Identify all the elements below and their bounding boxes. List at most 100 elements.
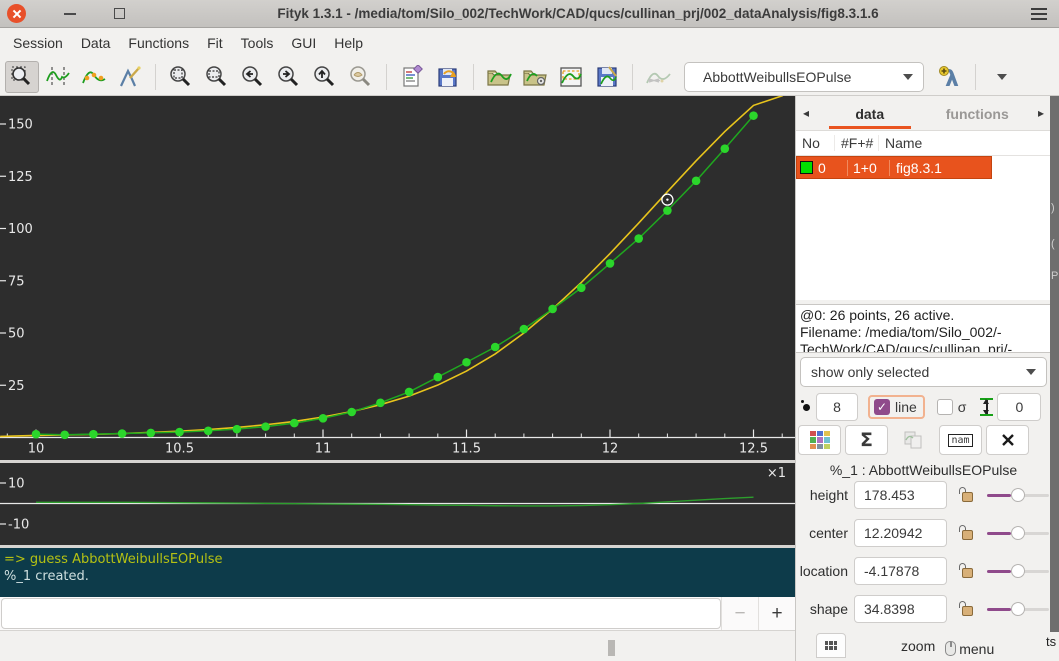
lock-icon[interactable] [959,487,975,503]
export-plot-icon [560,66,582,87]
table-header: No #F+# Name [796,131,1051,156]
svg-text:-10: -10 [8,518,29,533]
zoom-left-button[interactable] [236,61,270,93]
tabs-scroll-left-icon[interactable]: ◂ [796,106,816,120]
toolbar-overflow-button[interactable] [997,73,1007,80]
point-size-spinner[interactable]: 8 [816,393,858,421]
menu-help[interactable]: Help [325,31,372,55]
line-checkbox[interactable]: ✓ [874,399,890,415]
menu-fit[interactable]: Fit [198,31,232,55]
delete-button[interactable] [986,425,1029,455]
add-function-button[interactable]: λ [933,61,967,93]
col-name: Name [878,135,1051,151]
mode-peak-button[interactable] [113,61,147,93]
tabs-scroll-right-icon[interactable]: ▸ [1031,106,1051,120]
add-peak-wand-icon [120,65,141,86]
param-input[interactable]: 12.20942 [854,519,947,547]
aux-plot[interactable]: 10 -10 ×1 [0,463,795,545]
plot-style-controls: 8 ✓ line σ 0 [796,392,1051,422]
mode-zoom-button[interactable] [5,60,39,93]
zoom-prev-button[interactable] [344,61,378,93]
history-minus-button[interactable]: − [721,597,758,630]
function-title: %_1 : AbbottWeibullsEOPulse [829,462,1018,478]
chevron-down-icon [903,73,913,80]
lambda-plus-icon: λ [939,65,959,90]
zoom-vert-button[interactable] [200,61,234,93]
close-button[interactable] [7,4,26,23]
clipped-text-fragment: ) [1051,202,1055,214]
open-data-options-button[interactable] [518,61,552,93]
tab-data[interactable]: data [816,104,924,122]
lock-icon[interactable] [959,601,975,617]
menubar: Session Data Functions Fit Tools GUI Hel… [0,28,1059,58]
dataset-color-swatch[interactable] [800,161,813,174]
menu-tools[interactable]: Tools [232,31,283,55]
toolbar-separator [473,63,474,90]
titlebar: Fityk 1.3.1 - /media/tom/Silo_002/TechWo… [0,0,1059,28]
param-input[interactable]: 178.453 [854,481,947,509]
zoom-up-icon [314,65,335,86]
rename-button[interactable]: nam [939,425,982,455]
zoom-prev-icon [350,65,371,86]
save-session-button[interactable] [431,61,465,93]
function-type-select[interactable]: AbbottWeibullsEOPulse [684,61,924,92]
minimize-button[interactable] [64,12,76,15]
session-log-button[interactable] [395,61,429,93]
menu-functions[interactable]: Functions [119,31,198,55]
dataset-info: @0: 26 points, 26 active. Filename: /med… [796,304,1051,353]
active-tab-indicator [829,126,911,129]
param-slider[interactable] [987,602,1049,616]
y-shift-spinner[interactable]: 0 [997,393,1042,421]
sigma-checkbox[interactable] [936,399,953,415]
copy-disabled-icon [904,431,921,449]
export-plot-button[interactable] [554,61,588,93]
mode-range-button[interactable] [41,61,75,93]
line-checkbox-group[interactable]: ✓ line [868,395,925,419]
statusbar [0,630,795,661]
menu-session[interactable]: Session [4,31,72,55]
lock-icon[interactable] [959,525,975,541]
zoom-all-button[interactable] [164,61,198,93]
svg-text:100: 100 [8,222,33,237]
hamburger-menu-icon[interactable] [1031,7,1047,20]
data-range-icon [46,66,70,87]
tab-functions[interactable]: functions [924,104,1032,122]
sigma-checkbox-group[interactable]: σ [936,399,966,415]
console-line: => guess AbbottWeibullsEOPulse [4,552,223,567]
zoom-up-button[interactable] [308,61,342,93]
toolbar-separator [155,63,156,90]
param-slider[interactable] [987,526,1049,540]
param-input[interactable]: 34.8398 [854,595,947,623]
cell-name: fig8.3.1 [889,159,991,176]
lock-icon[interactable] [959,563,975,579]
svg-text:×1: ×1 [767,466,786,481]
rename-icon: nam [948,433,973,447]
script-log-icon [403,64,423,87]
history-plus-button[interactable]: + [758,597,795,630]
menu-data[interactable]: Data [72,31,120,55]
colors-button[interactable] [798,425,841,455]
param-row-shape: shape 34.8398 [796,594,1051,624]
param-slider[interactable] [987,564,1049,578]
svg-text:12.5: 12.5 [739,442,768,457]
table-row[interactable]: 0 1+0 fig8.3.1 [796,156,992,179]
param-row-height: height 178.453 [796,480,1051,510]
open-data-button[interactable] [482,61,516,93]
maximize-button[interactable] [114,8,125,19]
menu-gui[interactable]: GUI [282,31,325,55]
resize-grip[interactable] [608,640,615,656]
mode-points-button[interactable] [77,61,111,93]
mouse-left-hint: zoom [901,637,936,654]
show-filter-select[interactable]: show only selected [800,357,1047,387]
save-image-button[interactable] [590,61,624,93]
sum-button[interactable]: Σ [845,425,888,455]
param-input[interactable]: -4.17878 [854,557,947,585]
param-slider[interactable] [987,488,1049,502]
zoom-right-button[interactable] [272,61,306,93]
sidebar-toggle-button[interactable] [816,633,846,658]
svg-text:11.5: 11.5 [452,442,481,457]
main-plot[interactable]: 25 50 75 100 125 150 10 10.5 11 11.5 12 12.5 [0,82,800,460]
command-input[interactable] [1,598,721,629]
zoom-left-icon [242,65,263,86]
delete-x-icon [1001,434,1014,446]
